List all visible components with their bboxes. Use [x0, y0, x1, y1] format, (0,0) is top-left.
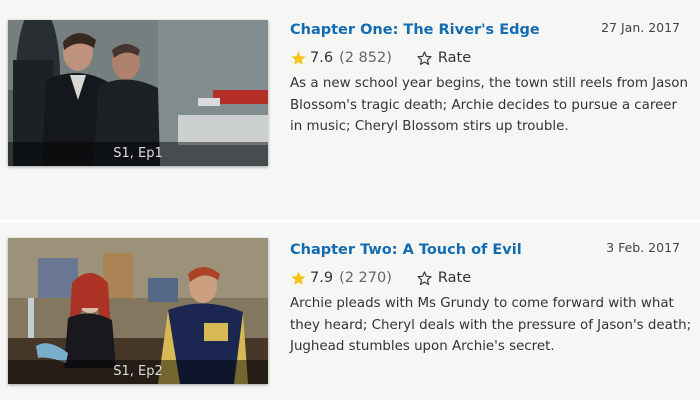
episode-item: S1, Ep1 Chapter One: The River's Edge 27… [0, 0, 700, 222]
episode-plot: Archie pleads with Ms Grundy to come for… [290, 296, 692, 354]
episode-plot: As a new school year begins, the town st… [290, 76, 688, 134]
episode-number-label: S1, Ep2 [8, 360, 268, 384]
rate-button[interactable]: Rate [416, 270, 471, 287]
episode-number-label: S1, Ep1 [8, 142, 268, 166]
rate-button[interactable]: Rate [416, 50, 471, 67]
rating-row: 7.6 (2 852) Rate [290, 47, 692, 69]
title-row: Chapter One: The River's Edge 27 Jan. 20… [290, 18, 692, 42]
filled-star-icon [291, 270, 306, 285]
rating-value: 7.6 [310, 50, 334, 66]
rating-row: 7.9 (2 270) Rate [290, 267, 692, 289]
filled-star-icon [291, 50, 306, 65]
outline-star-icon [417, 270, 432, 285]
title-row: Chapter Two: A Touch of Evil 3 Feb. 2017 [290, 238, 692, 262]
rating-count: (2 270) [339, 270, 392, 286]
episode-list: S1, Ep1 Chapter One: The River's Edge 27… [0, 0, 700, 400]
episode-thumbnail[interactable]: S1, Ep2 [8, 238, 268, 384]
air-date: 3 Feb. 2017 [606, 240, 680, 255]
episode-info: Chapter Two: A Touch of Evil 3 Feb. 2017… [290, 238, 692, 358]
episode-thumbnail[interactable]: S1, Ep1 [8, 20, 268, 166]
rate-label: Rate [437, 270, 472, 286]
air-date: 27 Jan. 2017 [601, 20, 680, 35]
rate-label: Rate [437, 50, 472, 66]
rating-count: (2 852) [339, 50, 392, 66]
outline-star-icon [417, 50, 432, 65]
episode-title-link[interactable]: Chapter One: The River's Edge [290, 22, 540, 38]
episode-info: Chapter One: The River's Edge 27 Jan. 20… [290, 18, 692, 138]
episode-title-link[interactable]: Chapter Two: A Touch of Evil [290, 242, 522, 258]
rating-value: 7.9 [310, 270, 334, 286]
episode-item: S1, Ep2 Chapter Two: A Touch of Evil 3 F… [0, 222, 700, 400]
